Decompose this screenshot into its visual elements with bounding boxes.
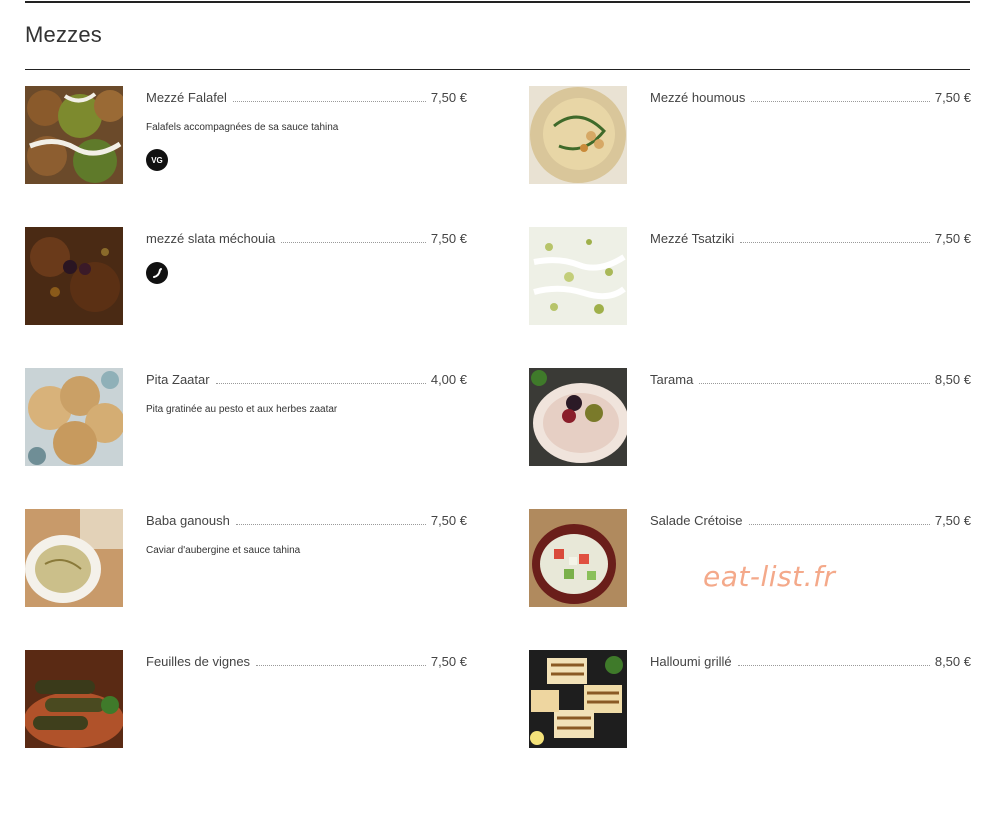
menu-item-pita-zaatar[interactable]: Pita Zaatar 4,00 € Pita gratinée au pest… [25,368,467,468]
item-price: 7,50 € [934,513,971,528]
feuilles-de-vignes-photo [25,650,123,748]
menu-item-halloumi-grille[interactable]: Halloumi grillé 8,50 € [529,650,971,750]
dotted-leader [232,100,426,102]
watermark: eat-list.fr [703,560,836,593]
halloumi-grille-photo [529,650,627,748]
item-description: Pita gratinée au pesto et aux herbes zaa… [146,404,338,415]
item-price: 8,50 € [934,372,971,387]
top-divider [25,1,970,3]
item-price: 7,50 € [430,654,467,669]
item-price: 7,50 € [934,231,971,246]
menu-item-tsatziki[interactable]: Mezzé Tsatziki 7,50 € [529,227,971,327]
item-price: 7,50 € [430,513,467,528]
item-price: 4,00 € [430,372,467,387]
item-name: Halloumi grillé [650,654,732,669]
item-price: 8,50 € [934,654,971,669]
dotted-leader [215,382,426,384]
menu-item-houmous[interactable]: Mezzé houmous 7,50 € [529,86,971,186]
vegan-badge: VG [146,149,168,171]
menu-item-feuilles-de-vignes[interactable]: Feuilles de vignes 7,50 € [25,650,467,750]
slata-mechouia-photo [25,227,123,325]
dotted-leader [256,664,426,666]
dotted-leader [751,100,930,102]
houmous-photo [529,86,627,184]
item-name: Tarama [650,372,694,387]
item-name: Mezzé Tsatziki [650,231,735,246]
menu-item-salade-cretoise[interactable]: Salade Crétoise 7,50 € [529,509,971,609]
dotted-leader [748,523,930,525]
item-price: 7,50 € [934,90,971,105]
dotted-leader [737,664,930,666]
item-name: Pita Zaatar [146,372,210,387]
item-price: 7,50 € [430,90,467,105]
menu-item-tarama[interactable]: Tarama 8,50 € [529,368,971,468]
item-name: Baba ganoush [146,513,230,528]
dotted-leader [740,241,930,243]
item-name: Mezzé houmous [650,90,746,105]
item-name: Feuilles de vignes [146,654,251,669]
menu-item-falafel[interactable]: Mezzé Falafel 7,50 € Falafels accompagné… [25,86,467,186]
item-price: 7,50 € [430,231,467,246]
tarama-photo [529,368,627,466]
section-title: Mezzes [25,22,102,47]
menu-item-slata-mechouia[interactable]: mezzé slata méchouia 7,50 € [25,227,467,327]
section-divider [25,69,970,70]
dotted-leader [235,523,426,525]
dotted-leader [281,241,426,243]
item-name: Salade Crétoise [650,513,743,528]
item-description: Falafels accompagnées de sa sauce tahina [146,122,339,133]
item-description: Caviar d'aubergine et sauce tahina [146,545,301,556]
baba-ganoush-photo [25,509,123,607]
salade-cretoise-photo [529,509,627,607]
item-name: Mezzé Falafel [146,90,227,105]
pita-zaatar-photo [25,368,123,466]
menu-item-baba-ganoush[interactable]: Baba ganoush 7,50 € Caviar d'aubergine e… [25,509,467,609]
item-name: mezzé slata méchouia [146,231,276,246]
dotted-leader [699,382,930,384]
tsatziki-photo [529,227,627,325]
falafel-photo [25,86,123,184]
chili-pepper-icon [146,262,168,284]
